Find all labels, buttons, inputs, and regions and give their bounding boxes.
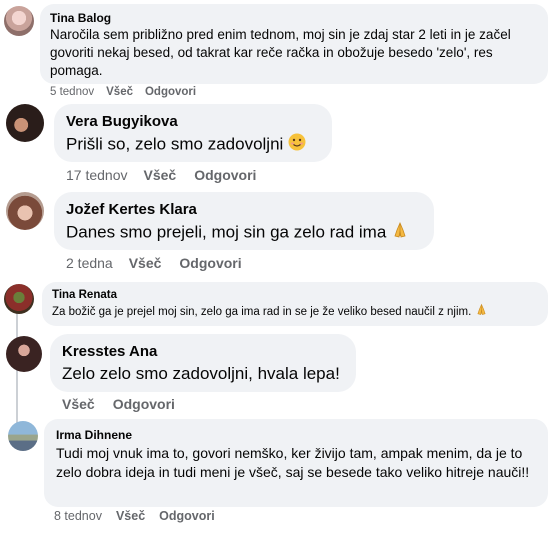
comment-bubble: Vera Bugyikova Prišli so, zelo smo zadov… — [54, 104, 332, 162]
avatar[interactable] — [6, 192, 44, 230]
like-button[interactable]: Všeč — [116, 509, 145, 523]
folded-hands-emoji — [391, 221, 409, 245]
comment-bubble: Kresstes Ana Zelo zelo smo zadovoljni, h… — [50, 334, 356, 392]
like-button[interactable]: Všeč — [106, 86, 133, 98]
comment-timestamp[interactable]: 5 tednov — [50, 86, 94, 98]
comment-author[interactable]: Tina Balog — [50, 11, 538, 25]
reply-button[interactable]: Odgovori — [194, 167, 256, 183]
comment-actions: 8 tednov Všeč Odgovori — [54, 509, 215, 523]
comment-author[interactable]: Jožef Kertes Klara — [66, 201, 422, 218]
like-button[interactable]: Všeč — [144, 167, 177, 183]
comment-text-content: Za božič ga je prejel moj sin, zelo ga i… — [52, 306, 472, 319]
comment-author[interactable]: Vera Bugyikova — [66, 113, 320, 130]
comment-bubble: Tina Balog Naročila sem približno pred e… — [40, 4, 548, 84]
comment-text: Prišli so, zelo smo zadovoljni — [66, 133, 320, 157]
comment-text: Za božič ga je prejel moj sin, zelo ga i… — [52, 303, 538, 321]
like-button[interactable]: Všeč — [62, 396, 95, 412]
comment-author[interactable]: Irma Dihnene — [56, 428, 536, 442]
folded-hands-emoji — [475, 303, 488, 321]
comment-text: Tudi moj vnuk ima to, govori nemško, ker… — [56, 445, 530, 480]
avatar[interactable] — [6, 336, 42, 372]
comment-text: Zelo zelo smo zadovoljni, hvala lepa! — [62, 364, 340, 383]
comment: Jožef Kertes Klara Danes smo prejeli, mo… — [0, 188, 550, 280]
comment-text: Danes smo prejeli, moj sin ga zelo rad i… — [66, 221, 422, 245]
reply-button[interactable]: Odgovori — [145, 86, 196, 98]
avatar[interactable] — [6, 104, 44, 142]
comment: Kresstes Ana Zelo zelo smo zadovoljni, h… — [0, 330, 550, 415]
comment: Vera Bugyikova Prišli so, zelo smo zadov… — [0, 100, 550, 188]
avatar[interactable] — [4, 284, 34, 314]
comment-actions: Všeč Odgovori — [62, 396, 175, 412]
avatar[interactable] — [8, 421, 38, 451]
comment-actions: 2 tedna Všeč Odgovori — [66, 255, 242, 271]
comment: Irma Dihnene Tudi moj vnuk ima to, govor… — [0, 415, 550, 550]
comment-bubble: Irma Dihnene Tudi moj vnuk ima to, govor… — [44, 419, 548, 507]
comment: Tina Renata Za božič ga je prejel moj si… — [0, 280, 550, 330]
comment-actions: 17 tednov Všeč Odgovori — [66, 167, 256, 183]
comment-text: Naročila sem približno pred enim tednom,… — [50, 27, 511, 78]
comment-actions: 5 tednov Všeč Odgovori — [50, 86, 196, 98]
comment-timestamp[interactable]: 8 tednov — [54, 509, 102, 523]
reply-button[interactable]: Odgovori — [159, 509, 215, 523]
comment-text-content: Danes smo prejeli, moj sin ga zelo rad i… — [66, 222, 387, 242]
comment-author[interactable]: Kresstes Ana — [62, 343, 344, 360]
reply-button[interactable]: Odgovori — [113, 396, 175, 412]
like-button[interactable]: Všeč — [129, 255, 162, 271]
comment-timestamp[interactable]: 2 tedna — [66, 255, 113, 271]
comment-bubble: Jožef Kertes Klara Danes smo prejeli, mo… — [54, 192, 434, 250]
avatar[interactable] — [4, 6, 34, 36]
comment-author[interactable]: Tina Renata — [52, 289, 538, 301]
comment-timestamp[interactable]: 17 tednov — [66, 167, 128, 183]
comment-bubble: Tina Renata Za božič ga je prejel moj si… — [42, 282, 548, 326]
comment: Tina Balog Naročila sem približno pred e… — [0, 0, 550, 100]
comment-text-content: Prišli so, zelo smo zadovoljni — [66, 134, 284, 154]
smiling-face-emoji — [288, 133, 306, 157]
reply-button[interactable]: Odgovori — [179, 255, 241, 271]
